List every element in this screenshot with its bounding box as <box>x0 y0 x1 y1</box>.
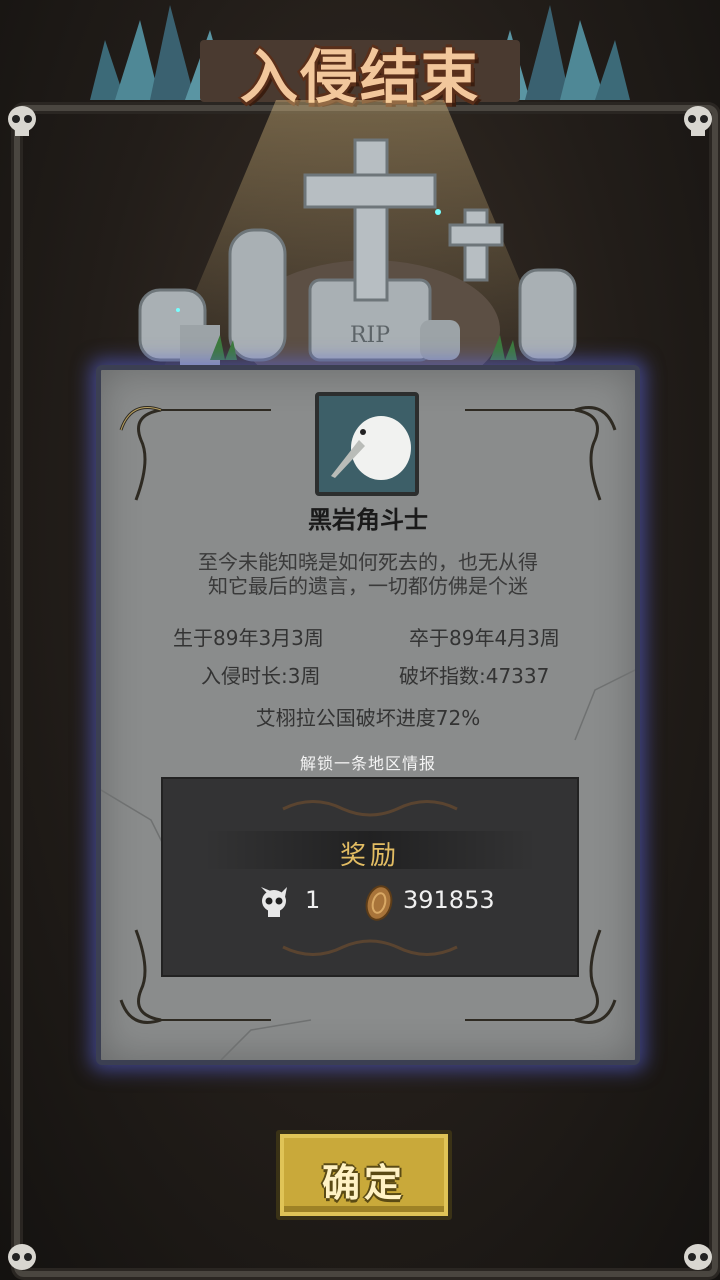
death-date: 卒于89年4月3周 <box>409 626 560 650</box>
skull-count: 1 <box>305 886 321 914</box>
invasion-duration: 入侵时长:3周 <box>201 664 321 688</box>
hero-description: 至今未能知晓是如何死去的，也无从得 知它最后的遗言，一切都仿佛是个迷 <box>141 550 595 598</box>
reward-box: 奖励 1 391853 <box>161 777 579 977</box>
tombstone-text: RIP <box>350 323 390 348</box>
description-line: 至今未能知晓是如何死去的，也无从得 <box>198 550 538 574</box>
destruction-index: 破坏指数:47337 <box>399 664 550 688</box>
title-banner: 入侵结束 <box>0 0 720 111</box>
unlock-info: 解锁一条地区情报 <box>299 754 436 773</box>
destruction-progress: 艾栩拉公国破坏进度72% <box>255 706 481 730</box>
coin-count: 391853 <box>403 886 495 914</box>
creature-portrait-icon <box>319 396 415 492</box>
hero-portrait <box>315 392 419 496</box>
description-line: 知它最后的遗言，一切都仿佛是个迷 <box>208 574 528 598</box>
coin-icon <box>365 885 393 921</box>
confirm-button-label: 确定 <box>321 1161 406 1205</box>
hero-name: 黑岩角斗士 <box>308 506 428 534</box>
skull-corner-icon <box>8 1244 36 1270</box>
graveyard-icon: RIP <box>138 138 577 380</box>
born-date: 生于89年3月3周 <box>173 626 324 650</box>
ornament-icon <box>282 800 458 956</box>
skull-icon <box>261 887 287 917</box>
confirm-button[interactable]: 确定 <box>276 1130 452 1220</box>
result-panel: 黑岩角斗士 至今未能知晓是如何死去的，也无从得 知它最后的遗言，一切都仿佛是个迷… <box>96 365 640 1065</box>
skull-corner-icon <box>684 1244 712 1270</box>
reward-title: 奖励 <box>339 841 400 871</box>
